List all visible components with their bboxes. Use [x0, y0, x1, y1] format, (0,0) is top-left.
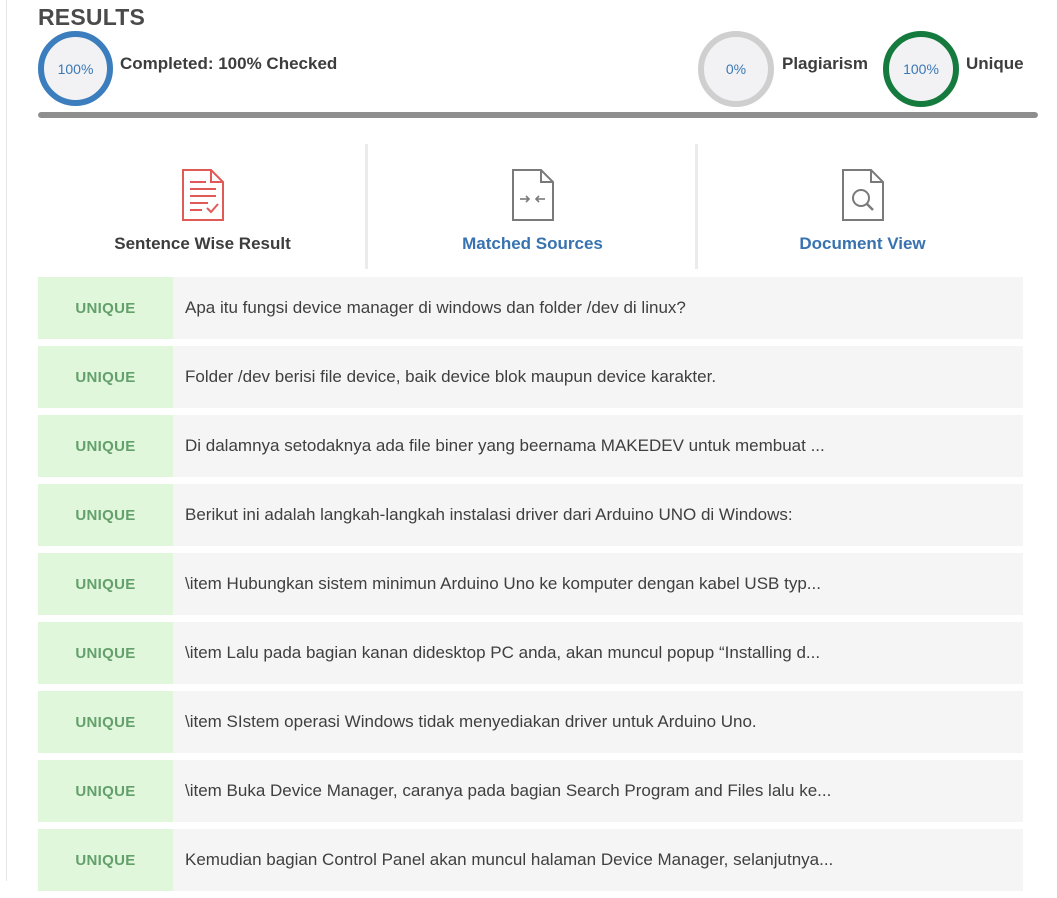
status-badge: UNIQUE — [38, 829, 173, 891]
document-check-icon — [181, 169, 224, 221]
tab-sentence-wise-result[interactable]: Sentence Wise Result — [38, 144, 367, 269]
status-badge: UNIQUE — [38, 553, 173, 615]
sentence-text: Apa itu fungsi device manager di windows… — [185, 298, 686, 317]
status-badge: UNIQUE — [38, 484, 173, 546]
tab-label: Matched Sources — [462, 234, 603, 253]
sentence-text: Folder /dev berisi file device, baik dev… — [185, 367, 717, 386]
sentence-text: \item Buka Device Manager, caranya pada … — [185, 781, 832, 800]
status-badge: UNIQUE — [38, 691, 173, 753]
tab-document-view[interactable]: Document View — [698, 144, 1027, 269]
result-row[interactable]: UNIQUE \item SIstem operasi Windows tida… — [38, 691, 1023, 753]
progress-bar-fill — [38, 112, 1038, 118]
unique-percent-circle: 100% — [883, 31, 959, 107]
sentence-text: \item Hubungkan sistem minimun Arduino U… — [185, 574, 821, 593]
sentence-text: Kemudian bagian Control Panel akan muncu… — [185, 850, 834, 869]
status-badge: UNIQUE — [38, 622, 173, 684]
tab-label: Sentence Wise Result — [114, 234, 291, 253]
status-badge: UNIQUE — [38, 415, 173, 477]
result-row[interactable]: UNIQUE \item Hubungkan sistem minimun Ar… — [38, 553, 1023, 615]
completed-label: Completed: 100% Checked — [120, 54, 338, 73]
document-search-icon — [841, 169, 884, 221]
sentence-text: \item SIstem operasi Windows tidak menye… — [185, 712, 757, 731]
result-row[interactable]: UNIQUE Di dalamnya setodaknya ada file b… — [38, 415, 1023, 477]
unique-label: Unique — [966, 54, 1024, 73]
plagiarism-percent: 0% — [725, 61, 747, 77]
result-row[interactable]: UNIQUE \item Lalu pada bagian kanan dide… — [38, 622, 1023, 684]
sentence-text: \item Lalu pada bagian kanan didesktop P… — [185, 643, 821, 662]
status-badge: UNIQUE — [38, 346, 173, 408]
sentence-results-list: UNIQUE Apa itu fungsi device manager di … — [38, 277, 1023, 898]
result-row[interactable]: UNIQUE Apa itu fungsi device manager di … — [38, 277, 1023, 339]
plagiarism-label: Plagiarism — [782, 54, 868, 73]
sentence-text: Berikut ini adalah langkah-langkah insta… — [185, 505, 793, 524]
status-badge: UNIQUE — [38, 760, 173, 822]
unique-percent: 100% — [903, 61, 939, 77]
status-badge: UNIQUE — [38, 277, 173, 339]
sentence-text: Di dalamnya setodaknya ada file biner ya… — [185, 436, 825, 455]
result-row[interactable]: UNIQUE Berikut ini adalah langkah-langka… — [38, 484, 1023, 546]
tab-matched-sources[interactable]: Matched Sources — [368, 144, 697, 269]
completed-percent: 100% — [57, 60, 94, 77]
progress-bar — [38, 112, 1038, 118]
page-border — [6, 0, 7, 881]
result-tabs: Sentence Wise Result Matched Sources Doc… — [38, 144, 1028, 269]
result-row[interactable]: UNIQUE \item Buka Device Manager, carany… — [38, 760, 1023, 822]
document-compare-icon — [511, 169, 554, 221]
result-row[interactable]: UNIQUE Kemudian bagian Control Panel aka… — [38, 829, 1023, 891]
completed-percent-circle: 100% — [38, 31, 113, 106]
plagiarism-percent-circle: 0% — [698, 31, 774, 107]
page-title: RESULTS — [38, 4, 146, 30]
tab-label: Document View — [799, 234, 926, 253]
result-row[interactable]: UNIQUE Folder /dev berisi file device, b… — [38, 346, 1023, 408]
